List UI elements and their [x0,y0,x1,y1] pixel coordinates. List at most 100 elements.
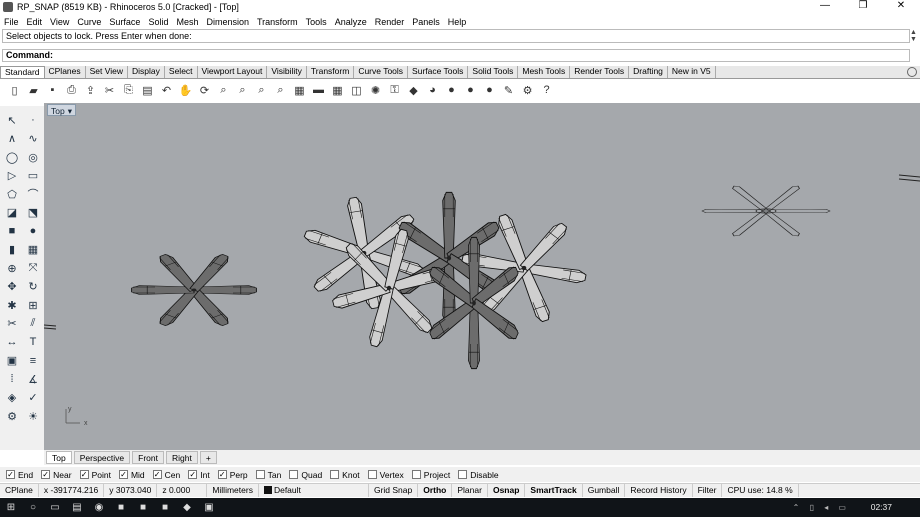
ortho-toggle[interactable]: Ortho [418,484,453,497]
menu-item-surface[interactable]: Surface [105,17,144,27]
osnap-disable[interactable]: Disable [458,470,499,480]
pan-icon[interactable]: ✋ [177,82,194,99]
chrome-icon[interactable]: ◉ [88,498,110,517]
tab-display[interactable]: Display [128,66,165,78]
menu-item-analyze[interactable]: Analyze [331,17,371,27]
osnap-near-checkbox[interactable]: ✓ [41,470,51,479]
command-history-scroll[interactable]: ▲ ▼ [910,29,918,43]
tab-surface-tools[interactable]: Surface Tools [408,66,469,78]
car-render-icon[interactable]: ▬ [310,82,327,99]
osnap-tan-checkbox[interactable] [255,470,265,479]
viewport-top[interactable]: Top ▾ y x [44,103,920,450]
app-icon-mu[interactable]: ■ [154,498,176,517]
mesh-icon[interactable]: ▦ [24,241,42,260]
save-icon[interactable]: ▪ [44,82,61,99]
tab-cplanes[interactable]: CPlanes [44,66,86,78]
analyze-icon[interactable]: ∡ [24,370,42,389]
osnap-vertex-checkbox[interactable] [367,470,377,479]
four-viewports-icon[interactable]: ▦ [291,82,308,99]
tab-viewport-layout[interactable]: Viewport Layout [197,66,268,78]
color-wheel-icon[interactable]: ◕ [424,82,441,99]
new-file-icon[interactable]: ▯ [6,82,23,99]
menu-item-dimension[interactable]: Dimension [202,17,253,27]
lock-icon[interactable]: ⚿ [386,82,403,99]
options-gear-icon[interactable]: ⚙ [519,82,536,99]
view-tab-top[interactable]: Top [46,451,72,464]
sphere-blue-icon[interactable]: ● [481,82,498,99]
import-icon[interactable]: ⇪ [82,82,99,99]
osnap-disable-checkbox[interactable] [458,470,468,479]
box-icon[interactable]: ■ [3,222,21,241]
grid-icon[interactable]: ▦ [329,82,346,99]
tab-visibility[interactable]: Visibility [267,66,307,78]
record-history-toggle[interactable]: Record History [625,484,693,497]
menu-item-solid[interactable]: Solid [144,17,172,27]
check-icon[interactable]: ✓ [24,389,42,408]
gumball-toggle[interactable]: Gumball [583,484,626,497]
polygon-icon[interactable]: ⬠ [3,185,21,204]
move-icon[interactable]: ✥ [3,278,21,297]
toolbar-options-icon[interactable] [907,67,917,77]
cplane-icon[interactable]: ◫ [348,82,365,99]
osnap-near[interactable]: ✓ Near [41,470,72,480]
osnap-mid-checkbox[interactable]: ✓ [118,470,128,479]
tab-set-view[interactable]: Set View [85,66,129,78]
filter-toggle[interactable]: Filter [693,484,723,497]
paste-icon[interactable]: ▤ [139,82,156,99]
osnap-end[interactable]: ✓ End [6,470,33,480]
maximize-button[interactable]: ❐ [844,0,882,14]
split-icon[interactable]: ⫽ [24,315,42,334]
explode-icon[interactable]: ✱ [3,296,21,315]
open-file-icon[interactable]: ▰ [25,82,42,99]
menu-item-edit[interactable]: Edit [23,17,47,27]
tab-drafting[interactable]: Drafting [629,66,668,78]
options-icon[interactable]: ⚙ [3,407,21,426]
extrude-icon[interactable]: ⬔ [24,204,42,223]
sphere-icon[interactable]: ● [24,222,42,241]
menu-item-tools[interactable]: Tools [302,17,331,27]
flashlight-icon[interactable]: ✎ [500,82,517,99]
store-icon[interactable]: ▣ [198,498,220,517]
menu-item-panels[interactable]: Panels [408,17,444,27]
app-icon-orange[interactable]: ■ [110,498,132,517]
model-canvas[interactable]: y x [44,103,920,450]
zoom-selected-icon[interactable]: ⌕ [253,82,270,99]
array-icon[interactable]: ⁞ [3,370,21,389]
rhino-task-icon[interactable]: ◆ [176,498,198,517]
text-icon[interactable]: T [24,333,42,352]
menu-item-render[interactable]: Render [371,17,409,27]
tab-render-tools[interactable]: Render Tools [570,66,630,78]
help-icon[interactable]: ? [538,82,555,99]
zoom-all-icon[interactable]: ⌕ [272,82,289,99]
tab-transform[interactable]: Transform [306,66,355,78]
tab-curve-tools[interactable]: Curve Tools [354,66,409,78]
circle-icon[interactable]: ◯ [3,148,21,167]
surface-icon[interactable]: ◪ [3,204,21,223]
planar-toggle[interactable]: Planar [452,484,488,497]
rotate-view-icon[interactable]: ⟳ [196,82,213,99]
osnap-point-checkbox[interactable]: ✓ [79,470,89,479]
status-units[interactable]: Millimeters [207,484,259,497]
grid-snap-toggle[interactable]: Grid Snap [369,484,419,497]
undo-icon[interactable]: ↶ [158,82,175,99]
material-icon[interactable]: ◆ [405,82,422,99]
light-icon[interactable]: ☀ [24,407,42,426]
rotate-icon[interactable]: ↻ [24,278,42,297]
view-tab-front[interactable]: Front [132,451,164,464]
menu-item-curve[interactable]: Curve [73,17,105,27]
render-icon[interactable]: ◈ [3,389,21,408]
arc-icon[interactable]: ▷ [3,167,21,186]
tab-solid-tools[interactable]: Solid Tools [468,66,519,78]
zoom-extents-icon[interactable]: ⌕ [234,82,251,99]
menu-item-view[interactable]: View [46,17,73,27]
smarttrack-toggle[interactable]: SmartTrack [525,484,583,497]
point-icon[interactable]: · [24,111,42,130]
menu-item-transform[interactable]: Transform [253,17,302,27]
trim-icon[interactable]: ✂ [3,315,21,334]
select-point-icon[interactable]: ↖ [3,111,21,130]
app-icon-ai[interactable]: ■ [132,498,154,517]
osnap-knot-checkbox[interactable] [330,470,340,479]
sphere-render-icon[interactable]: ● [462,82,479,99]
status-layer[interactable]: Default [259,484,369,497]
taskbar-clock[interactable]: 02:37 [871,502,892,512]
